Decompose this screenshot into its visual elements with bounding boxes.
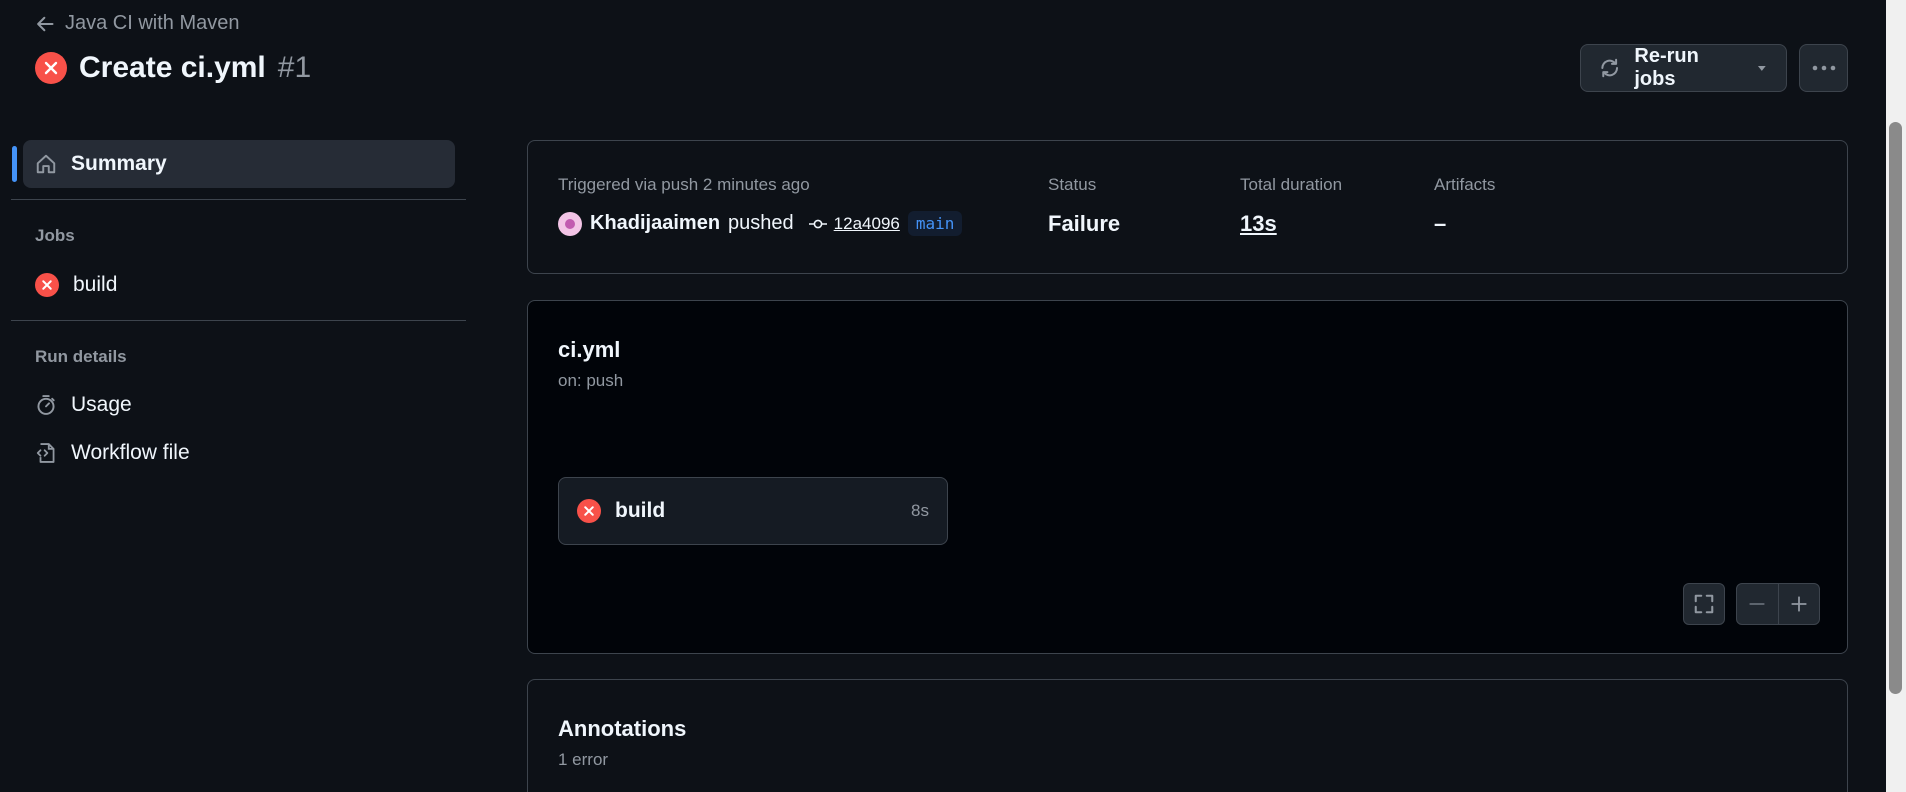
job-node-build[interactable]: build 8s [558,477,948,545]
failure-icon [577,499,601,523]
jobs-heading: Jobs [35,226,75,245]
zoom-in-button[interactable] [1779,584,1820,624]
commit-sha: 12a4096 [833,213,900,233]
stopwatch-icon [37,395,55,415]
more-options-button[interactable] [1799,44,1848,92]
rerun-jobs-label: Re-run jobs [1634,45,1699,90]
annotations-title: Annotations [558,716,687,741]
workflow-run-page: Java CI with Maven Create ci.yml #1 Re-r… [0,0,1906,792]
scrollbar-thumb[interactable] [1889,122,1902,694]
back-to-workflow-link[interactable]: Java CI with Maven [35,12,240,35]
caret-down-icon [1758,66,1767,71]
sidebar-build-label: build [73,273,118,296]
plus-icon [1791,596,1807,612]
arrow-left-icon [37,16,54,31]
failure-icon [35,273,59,297]
fullscreen-button[interactable] [1683,583,1725,625]
duration-value[interactable]: 13s [1240,211,1277,237]
run-details-heading: Run details [35,347,127,366]
duration-label: Total duration [1240,175,1343,194]
run-title: Create ci.yml [79,51,266,84]
sidebar-divider [11,320,466,321]
kebab-horizontal-icon [1812,65,1835,71]
user-link[interactable]: Khadijaaimen [590,212,720,235]
active-indicator [12,146,17,182]
home-icon [36,154,56,174]
annotations-card: Annotations 1 error [527,679,1848,792]
sidebar-summary-label: Summary [71,152,167,175]
sidebar-divider [11,199,466,200]
sidebar-item-workflow-file[interactable]: Workflow file [23,429,455,477]
sidebar-item-summary[interactable]: Summary [23,140,455,188]
sidebar-usage-label: Usage [71,393,132,416]
sidebar-item-build-job[interactable]: build [23,261,455,309]
run-summary-card: Triggered via push 2 minutes ago Khadija… [527,140,1848,274]
job-node-duration: 8s [911,501,929,520]
status-label: Status [1048,175,1097,194]
artifacts-label: Artifacts [1434,175,1496,194]
file-code-icon [36,443,55,463]
workflow-name: ci.yml [558,337,621,362]
zoom-out-button[interactable] [1737,584,1779,624]
sidebar-workflow-file-label: Workflow file [71,441,190,464]
screen-full-icon [1694,594,1714,614]
back-link-label: Java CI with Maven [65,12,240,34]
annotations-count: 1 error [558,750,609,769]
trigger-text: Triggered via push 2 minutes ago [558,175,810,194]
job-node-name: build [615,499,666,522]
artifacts-value: – [1434,211,1447,236]
branch-label[interactable]: main [907,211,963,236]
git-commit-icon [808,219,827,228]
status-value: Failure [1048,211,1121,236]
minus-icon [1749,603,1765,605]
run-number: #1 [277,51,312,84]
trigger-details: Khadijaaimen pushed 12a4096 main [558,211,963,236]
workflow-graph-card: ci.yml on: push build 8s [527,300,1848,654]
commit-link[interactable]: 12a4096 [808,214,900,234]
zoom-controls [1736,583,1820,625]
avatar[interactable] [558,211,582,236]
workflow-trigger: on: push [558,371,624,390]
sidebar-item-usage[interactable]: Usage [23,381,455,429]
rerun-jobs-button[interactable]: Re-run jobs [1580,44,1787,92]
action-text: pushed [728,212,794,234]
sync-icon [1601,58,1619,78]
page-title: Create ci.yml #1 [35,51,311,85]
failure-status-icon [35,52,67,84]
